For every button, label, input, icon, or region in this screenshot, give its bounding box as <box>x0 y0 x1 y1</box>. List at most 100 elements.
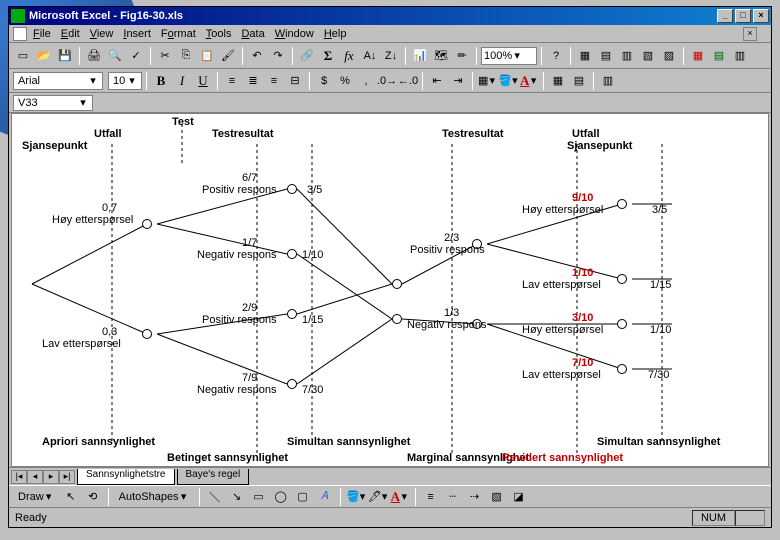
font-color-icon[interactable]: A▾ <box>519 71 539 91</box>
help-icon[interactable]: ? <box>546 46 566 66</box>
wordart-icon[interactable]: 𝐴 <box>315 487 335 507</box>
document-icon[interactable] <box>13 27 27 41</box>
extra6-icon[interactable]: ▦ <box>688 46 708 66</box>
fill-color-draw-icon[interactable]: 🪣▾ <box>346 487 366 507</box>
copy-icon[interactable]: ⎘ <box>176 46 196 66</box>
bold-button[interactable]: B <box>151 71 171 91</box>
merge-center-icon[interactable]: ⊟ <box>285 71 305 91</box>
extra5-icon[interactable]: ▨ <box>659 46 679 66</box>
font-combo[interactable]: Arial▾ <box>13 72 103 90</box>
menu-help[interactable]: Help <box>324 28 347 40</box>
draw-menu[interactable]: Draw ▾ <box>13 487 59 507</box>
worksheet-area[interactable]: Test Utfall Sjansepunkt Testresultat Tes… <box>11 113 769 467</box>
comma-icon[interactable]: , <box>356 71 376 91</box>
minimize-button[interactable]: _ <box>717 9 733 23</box>
tab-nav-first[interactable]: |◂ <box>11 470 27 484</box>
increase-decimal-icon[interactable]: .0→ <box>377 71 397 91</box>
grid2-icon[interactable]: ▤ <box>569 71 589 91</box>
select-objects-icon[interactable]: ↖ <box>61 487 81 507</box>
paste-icon[interactable]: 📋 <box>197 46 217 66</box>
format-painter-icon[interactable]: 🖌 <box>218 46 238 66</box>
close-button[interactable]: × <box>753 9 769 23</box>
new-icon[interactable]: ▭ <box>13 46 33 66</box>
b1-label: Høy etterspørsel <box>52 214 133 226</box>
print-icon[interactable]: 🖨 <box>84 46 104 66</box>
b2a-prob: 2/9 <box>242 302 257 314</box>
extra2-icon[interactable]: ▤ <box>596 46 616 66</box>
fill-color-icon[interactable]: 🪣▾ <box>498 71 518 91</box>
menu-view[interactable]: View <box>90 28 114 40</box>
extra1-icon[interactable]: ▦ <box>575 46 595 66</box>
decrease-indent-icon[interactable]: ⇤ <box>427 71 447 91</box>
map-icon[interactable]: 🗺 <box>431 46 451 66</box>
dash-style-icon[interactable]: ┄ <box>443 487 463 507</box>
currency-icon[interactable]: $ <box>314 71 334 91</box>
3d-icon[interactable]: ◪ <box>509 487 529 507</box>
rectangle-icon[interactable]: ▭ <box>249 487 269 507</box>
percent-icon[interactable]: % <box>335 71 355 91</box>
print-preview-icon[interactable]: 🔍 <box>105 46 125 66</box>
chevron-down-icon[interactable]: ▾ <box>127 74 137 87</box>
line-style-icon[interactable]: ≡ <box>421 487 441 507</box>
save-icon[interactable]: 💾 <box>55 46 75 66</box>
ftr-apriori: Apriori sannsynlighet <box>42 436 155 448</box>
font-size-combo[interactable]: 10▾ <box>108 72 142 90</box>
extra4-icon[interactable]: ▧ <box>638 46 658 66</box>
open-icon[interactable]: 📂 <box>34 46 54 66</box>
maximize-button[interactable]: □ <box>735 9 751 23</box>
extra7-icon[interactable]: ▤ <box>709 46 729 66</box>
tab-nav-prev[interactable]: ◂ <box>27 470 43 484</box>
name-box[interactable]: V33▾ <box>13 95 93 111</box>
arrow-icon[interactable]: ↘ <box>227 487 247 507</box>
menu-format[interactable]: Format <box>161 28 196 40</box>
chart-icon[interactable]: 📊 <box>410 46 430 66</box>
shadow-icon[interactable]: ▧ <box>487 487 507 507</box>
borders-icon[interactable]: ▦▾ <box>477 71 497 91</box>
hyperlink-icon[interactable]: 🔗 <box>297 46 317 66</box>
undo-icon[interactable]: ↶ <box>247 46 267 66</box>
grid3-icon[interactable]: ▥ <box>598 71 618 91</box>
sort-asc-icon[interactable]: A↓ <box>360 46 380 66</box>
decrease-decimal-icon[interactable]: ←.0 <box>398 71 418 91</box>
sort-desc-icon[interactable]: Z↓ <box>381 46 401 66</box>
extra8-icon[interactable]: ▥ <box>730 46 750 66</box>
line-color-icon[interactable]: 🖊▾ <box>368 487 388 507</box>
menu-data[interactable]: Data <box>241 28 264 40</box>
function-icon[interactable]: fx <box>339 46 359 66</box>
arrow-style-icon[interactable]: ⇢ <box>465 487 485 507</box>
chevron-down-icon[interactable]: ▾ <box>88 74 98 87</box>
menu-file[interactable]: File <box>33 28 51 40</box>
chevron-down-icon[interactable]: ▾ <box>512 49 522 62</box>
chevron-down-icon[interactable]: ▾ <box>78 96 88 109</box>
title-bar[interactable]: Microsoft Excel - Fig16-30.xls _ □ × <box>9 7 771 25</box>
redo-icon[interactable]: ↷ <box>268 46 288 66</box>
textbox-icon[interactable]: ▢ <box>293 487 313 507</box>
tab-nav-next[interactable]: ▸ <box>43 470 59 484</box>
cut-icon[interactable]: ✂ <box>155 46 175 66</box>
extra3-icon[interactable]: ▥ <box>617 46 637 66</box>
menu-window[interactable]: Window <box>275 28 314 40</box>
increase-indent-icon[interactable]: ⇥ <box>448 71 468 91</box>
align-right-icon[interactable]: ≡ <box>264 71 284 91</box>
autosum-icon[interactable]: Σ <box>318 46 338 66</box>
underline-button[interactable]: U <box>193 71 213 91</box>
font-color-draw-icon[interactable]: A▾ <box>390 487 410 507</box>
menu-insert[interactable]: Insert <box>123 28 151 40</box>
menu-tools[interactable]: Tools <box>206 28 232 40</box>
menu-edit[interactable]: Edit <box>61 28 80 40</box>
autoshapes-menu[interactable]: AutoShapes ▾ <box>114 487 194 507</box>
align-center-icon[interactable]: ≣ <box>243 71 263 91</box>
doc-close-button[interactable]: × <box>743 27 757 41</box>
line-icon[interactable]: ＼ <box>205 487 225 507</box>
grid1-icon[interactable]: ▦ <box>548 71 568 91</box>
tab-active[interactable]: Sannsynlighetstre <box>77 469 175 485</box>
tab-bayes[interactable]: Baye's regel <box>177 469 250 485</box>
zoom-combo[interactable]: 100%▾ <box>481 47 537 65</box>
rotate-icon[interactable]: ⟲ <box>83 487 103 507</box>
drawing-toggle-icon[interactable]: ✏ <box>452 46 472 66</box>
align-left-icon[interactable]: ≡ <box>222 71 242 91</box>
spellcheck-icon[interactable]: ✓ <box>126 46 146 66</box>
oval-icon[interactable]: ◯ <box>271 487 291 507</box>
tab-nav-last[interactable]: ▸| <box>59 470 75 484</box>
italic-button[interactable]: I <box>172 71 192 91</box>
